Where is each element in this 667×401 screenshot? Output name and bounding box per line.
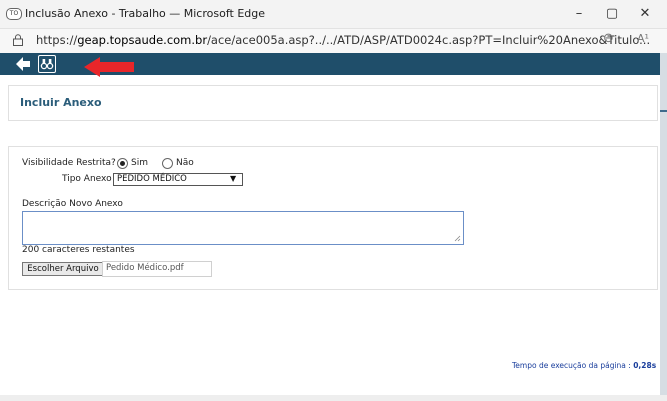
background-window-edge <box>660 53 667 401</box>
red-annotation-arrow-icon <box>84 57 134 77</box>
url-domain: geap.topsaude.com.br <box>77 33 208 47</box>
app-logo-icon: TO <box>6 8 22 20</box>
file-name: Pedido Médico.pdf <box>106 263 184 273</box>
page-header-panel <box>8 85 658 121</box>
back-arrow-icon[interactable] <box>14 55 32 73</box>
description-label: Descrição Novo Anexo <box>22 199 123 209</box>
tipo-anexo-label: Tipo Anexo <box>62 174 112 184</box>
execution-time-label: Tempo de execução da página : <box>512 361 631 370</box>
url-prefix: https:// <box>36 33 78 47</box>
lock-icon[interactable] <box>12 34 24 46</box>
visibility-option-nao: Não <box>176 158 194 168</box>
visibility-option-sim: Sim <box>131 158 148 168</box>
chars-remaining: 200 caracteres restantes <box>22 245 135 255</box>
maximize-button[interactable]: ▢ <box>601 5 623 23</box>
execution-time: Tempo de execução da página : 0,28s <box>512 361 656 370</box>
url-text[interactable]: https://geap.topsaude.com.br/ace/ace005a… <box>36 33 650 47</box>
read-aloud-icon[interactable]: A¹ <box>637 32 649 45</box>
resize-grip-icon[interactable] <box>454 235 461 242</box>
bottom-window-edge <box>0 395 667 401</box>
chevron-down-icon[interactable]: ▼ <box>230 174 236 183</box>
description-textarea[interactable] <box>22 211 464 245</box>
choose-file-button[interactable]: Escolher Arquivo <box>22 262 104 276</box>
window-title: Inclusão Anexo - Trabalho — Microsoft Ed… <box>25 7 266 20</box>
minimize-button[interactable]: – <box>568 5 590 23</box>
visibility-label: Visibilidade Restrita? <box>22 158 116 168</box>
visibility-radio-nao[interactable] <box>162 158 173 169</box>
visibility-radio-sim[interactable] <box>117 158 128 169</box>
zoom-out-icon[interactable]: ⊖ <box>603 31 614 46</box>
execution-time-value: 0,28s <box>633 361 657 370</box>
url-path: /ace/ace005a.asp?../../ATD/ASP/ATD0024c.… <box>207 33 651 47</box>
close-button[interactable]: ✕ <box>634 5 656 23</box>
page-title: Incluir Anexo <box>20 96 102 109</box>
tipo-anexo-select[interactable]: PEDIDO MÉDICO <box>113 173 243 186</box>
background-window-bar <box>660 110 667 112</box>
binoculars-icon[interactable] <box>38 55 56 73</box>
